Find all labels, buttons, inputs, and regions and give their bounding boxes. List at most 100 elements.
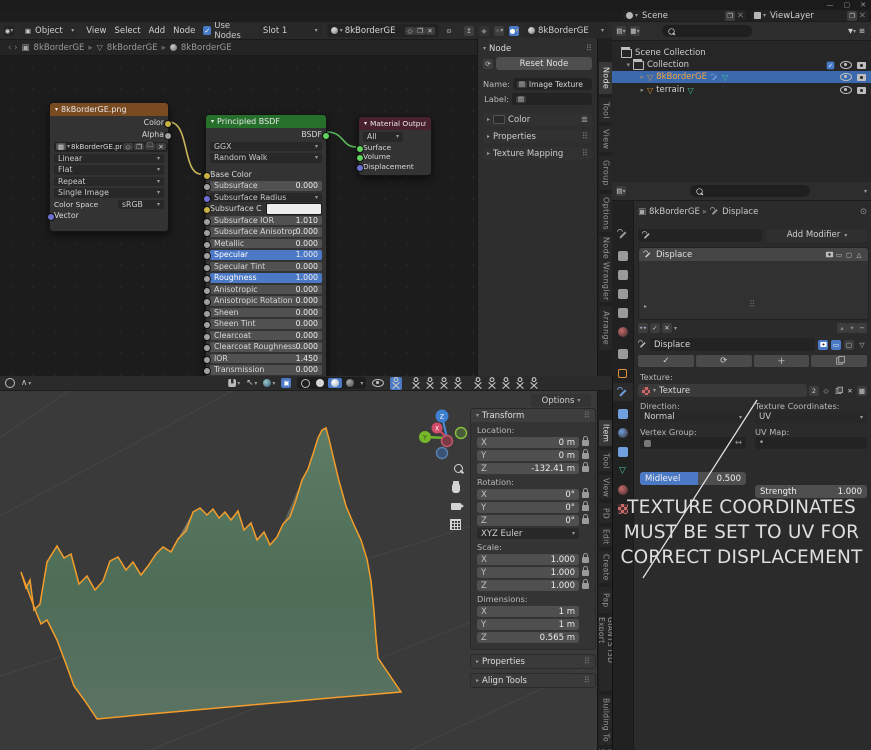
uv-map-field[interactable]: • xyxy=(755,437,867,449)
preview-shading-icon[interactable]: ●▾ xyxy=(509,26,519,36)
invert-icon[interactable]: ↔ xyxy=(735,438,742,448)
texture-selector[interactable]: ▾ Texture xyxy=(638,384,807,397)
rotation-z-field[interactable]: Z0° xyxy=(477,515,589,526)
addon-toggle-icon[interactable] xyxy=(486,377,498,390)
editor-type-icon[interactable]: ◉▾ xyxy=(4,26,14,36)
browse-material-dropdown[interactable]: 8kBorderGE ▾ xyxy=(524,24,608,37)
modifier-panel-header[interactable]: Displace ▭ ▢ △ xyxy=(639,248,868,261)
lock-icon[interactable] xyxy=(582,557,589,563)
lock-icon[interactable] xyxy=(582,453,589,459)
direction-dropdown[interactable]: Normal▾ xyxy=(640,411,746,423)
node-panel-header[interactable]: ▾Node ⠿ xyxy=(483,42,592,55)
dropdown-repeat[interactable]: Repeat▾ xyxy=(54,177,164,187)
properties-tab-collection[interactable] xyxy=(612,345,633,363)
refresh-icon[interactable]: ⟳ xyxy=(483,59,493,69)
input-socket[interactable] xyxy=(203,218,211,226)
properties-tab-object-data[interactable]: ▽ xyxy=(612,462,633,480)
bsdf-input-subsurface[interactable]: Subsurface0.000 xyxy=(210,181,322,191)
dropdown-flat[interactable]: Flat▾ xyxy=(54,165,164,175)
slot-dropdown[interactable]: Slot 1▾ xyxy=(259,24,322,37)
camera-view-button[interactable] xyxy=(448,498,464,514)
hide-viewport-icon[interactable] xyxy=(840,86,852,94)
properties-tab-tool[interactable] xyxy=(612,225,633,243)
properties-tab-world[interactable] xyxy=(612,323,633,341)
dimensions-x-field[interactable]: X1 m xyxy=(477,606,589,617)
input-socket[interactable] xyxy=(203,195,211,203)
unlink-scene-icon[interactable]: ✕ xyxy=(737,11,744,21)
rendered-shading-icon[interactable] xyxy=(343,378,357,388)
new-scene-icon[interactable]: ❐ xyxy=(725,11,735,21)
rotation-mode-dropdown[interactable]: XYZ Euler▾ xyxy=(477,528,579,539)
input-socket[interactable] xyxy=(203,172,211,180)
axis-x-neg-ball[interactable] xyxy=(442,436,453,447)
bsdf-input-subsurface-anisotropy[interactable]: Subsurface Anisotropy0.000 xyxy=(210,227,322,237)
bsdf-input-base-color[interactable]: Base Color xyxy=(210,170,322,180)
input-socket[interactable] xyxy=(203,206,211,214)
fake-user-icon[interactable]: ◇ xyxy=(405,27,415,35)
dimensions-y-field[interactable]: Y1 m xyxy=(477,619,589,630)
lock-icon[interactable] xyxy=(582,492,589,498)
input-socket[interactable] xyxy=(203,252,211,260)
pin-icon[interactable]: ⊙ xyxy=(444,26,454,36)
bsdf-input-sheen-tint[interactable]: Sheen Tint0.000 xyxy=(210,319,322,329)
input-socket[interactable] xyxy=(203,287,211,295)
bsdf-input-ior[interactable]: IOR1.450 xyxy=(210,354,322,364)
color-socket[interactable] xyxy=(164,120,172,128)
bsdf-input-specular[interactable]: Specular1.000 xyxy=(210,250,322,260)
use-nodes-toggle[interactable]: ✓ Use Nodes xyxy=(203,22,254,41)
addon-toggle-icon[interactable] xyxy=(452,377,464,390)
disable-render-icon[interactable] xyxy=(857,74,866,81)
viewport-tab-edit[interactable]: Edit xyxy=(599,527,613,547)
display-mode-icon[interactable]: ▤▾ xyxy=(616,26,626,36)
transform-panel-header[interactable]: ▾Transform ⠿ xyxy=(471,409,595,422)
breadcrumb-modifier[interactable]: Displace xyxy=(722,207,758,217)
output-target-dropdown[interactable]: All▾ xyxy=(363,132,403,142)
unlink-texture-icon[interactable]: ✕ xyxy=(845,386,855,396)
axis-z-neg-ball[interactable] xyxy=(437,448,448,459)
viewport-tab-item[interactable]: Item xyxy=(599,420,613,446)
remove-modifier-icon[interactable]: − xyxy=(857,323,867,333)
zoom-button[interactable] xyxy=(450,460,466,476)
render-toggle-icon[interactable] xyxy=(826,252,833,258)
addon-toggle-icon[interactable] xyxy=(500,377,512,390)
viewport-tab-create[interactable]: Create xyxy=(599,551,613,583)
vector-socket[interactable] xyxy=(47,213,55,221)
cage-toggle-icon[interactable]: △ xyxy=(854,250,864,260)
lock-icon[interactable] xyxy=(582,570,589,576)
new-material-icon[interactable]: ❐ xyxy=(415,27,425,35)
pin-icon[interactable]: ⊙ xyxy=(860,207,867,217)
bsdf-input-sheen[interactable]: Sheen0.000 xyxy=(210,308,322,318)
texture-mapping-subpanel[interactable]: ▸Texture Mapping ⠿ xyxy=(483,147,592,160)
lock-icon[interactable] xyxy=(582,466,589,472)
editmode-toggle-icon[interactable]: ▢ xyxy=(844,340,854,350)
viewport-tab-giants-i3d-export[interactable]: GIANTS I3D Export xyxy=(599,617,613,691)
proportional-dropdown[interactable]: ↖▾ xyxy=(246,378,257,388)
shading-mode-dropdown[interactable]: ▣ Object ▾ xyxy=(19,24,78,37)
move-down-icon[interactable]: ▾ xyxy=(847,323,857,333)
dropdown-single-image[interactable]: Single Image▾ xyxy=(54,188,164,198)
input-socket[interactable] xyxy=(203,241,211,249)
move-up-icon[interactable]: ▴ xyxy=(837,323,847,333)
history-icons[interactable]: ‹ › xyxy=(8,43,18,53)
material-preview-icon[interactable] xyxy=(328,378,342,388)
apply-button[interactable]: ✓ xyxy=(638,355,694,367)
sidebar-tab-node[interactable]: Node xyxy=(599,62,613,94)
remove-viewlayer-icon[interactable]: ✕ xyxy=(859,11,866,21)
outliner-row-scene-collection[interactable]: Scene Collection xyxy=(612,47,871,59)
users-count-badge[interactable]: 2 xyxy=(809,386,819,396)
filter-id-icon[interactable]: ▦▾ xyxy=(630,26,640,36)
material-selector[interactable]: ▾ 8kBorderGE ◇ ❐ ✕ xyxy=(327,24,439,37)
bsdf-input-subsurface-col-[interactable]: Subsurface Col... xyxy=(210,204,322,214)
cage-toggle-icon[interactable]: ▽ xyxy=(857,340,867,350)
image-datablock-row[interactable]: ▦ ▾ 8kBorderGE.png ◇ ❐ 🗀 ✕ xyxy=(54,142,164,152)
bsdf-input-roughness[interactable]: Roughness1.000 xyxy=(210,273,322,283)
addon-toggle-icon[interactable] xyxy=(424,377,436,390)
bsdf-input-anisotropic[interactable]: Anisotropic0.000 xyxy=(210,285,322,295)
location-x-field[interactable]: X0 m xyxy=(477,437,589,448)
material-output-node[interactable]: ▾Material Output All▾ SurfaceVolumeDispl… xyxy=(358,116,432,176)
rotation-x-field[interactable]: X0° xyxy=(477,489,589,500)
fake-user-icon[interactable]: ◇ xyxy=(821,386,831,396)
properties-tab-output[interactable] xyxy=(612,266,633,284)
input-socket[interactable] xyxy=(203,344,211,352)
bsdf-input-anisotropic-rotation[interactable]: Anisotropic Rotation0.000 xyxy=(210,296,322,306)
